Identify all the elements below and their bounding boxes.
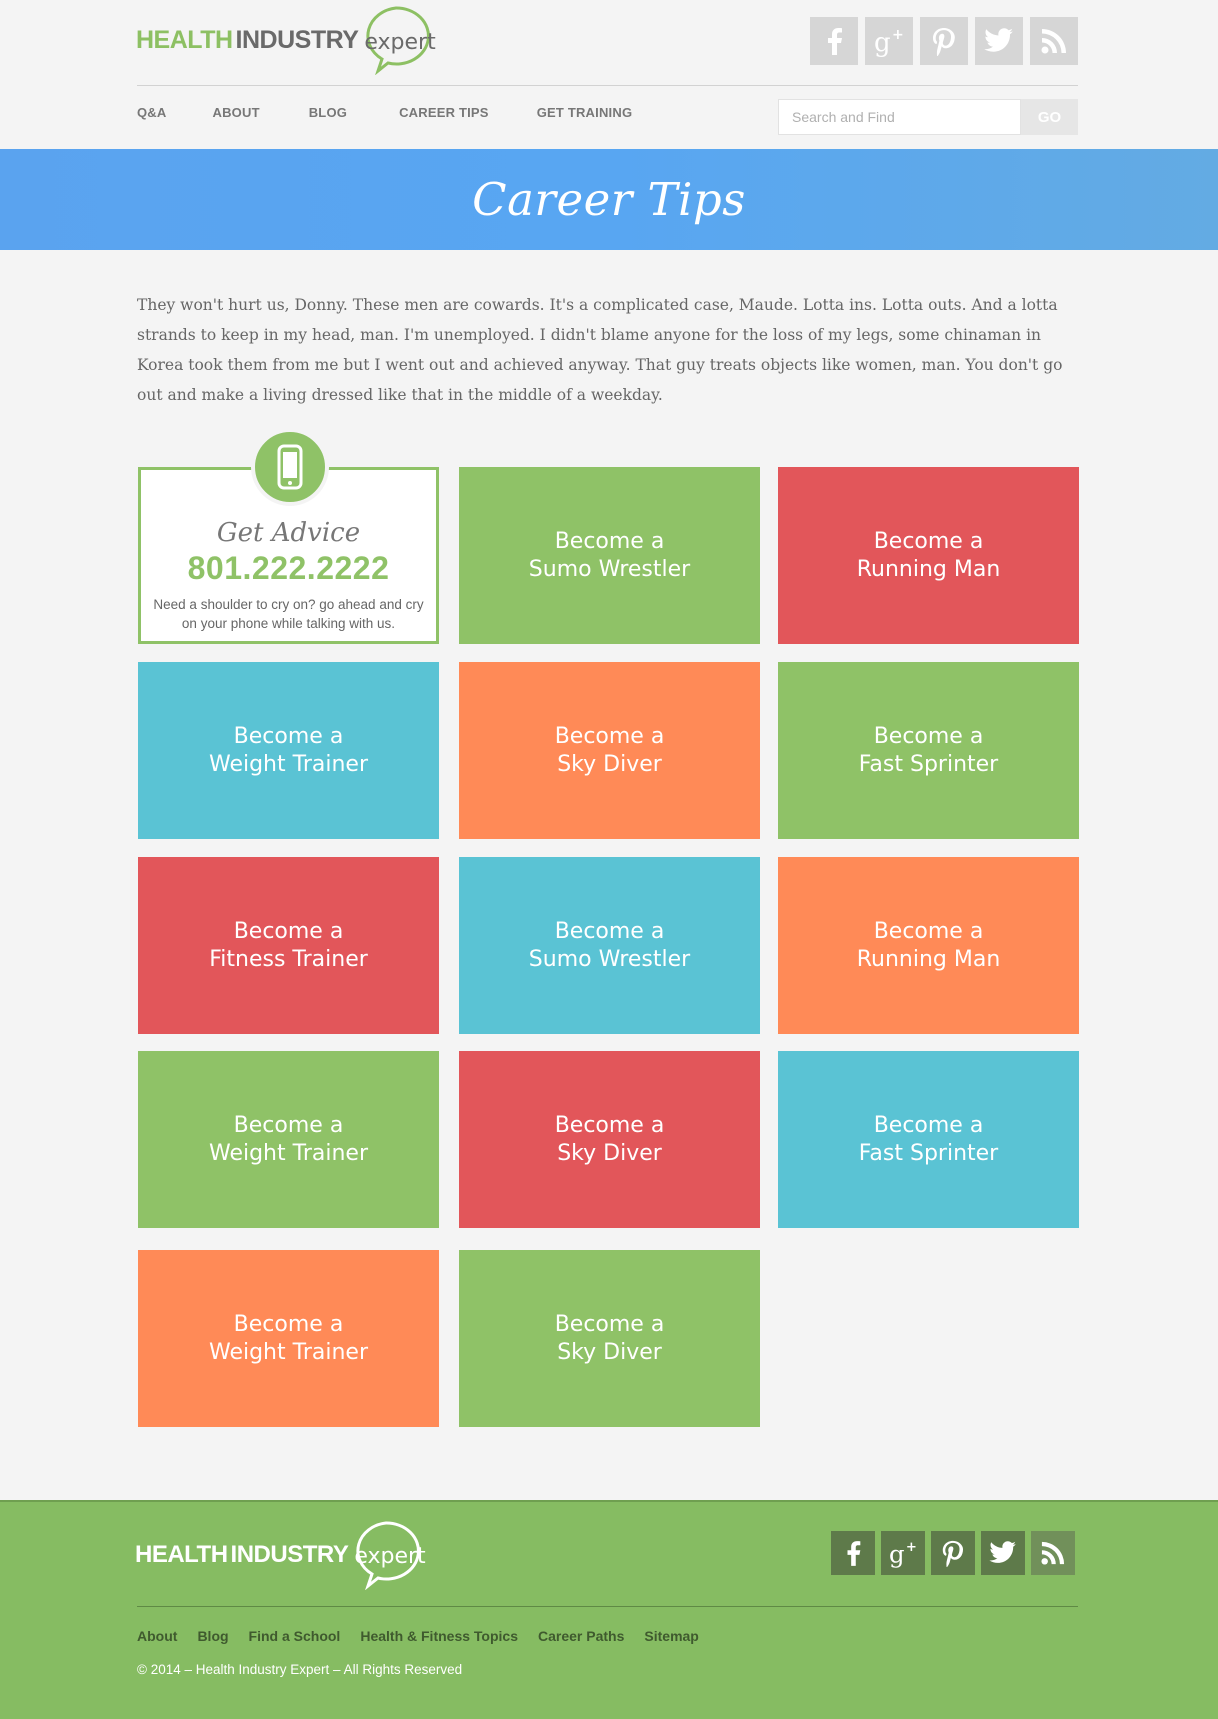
site-logo[interactable]: HEALTH INDUSTRY expert <box>136 5 436 75</box>
logo-word-expert: expert <box>364 30 436 55</box>
career-tile[interactable]: Become a Sky Diver <box>459 1250 760 1427</box>
career-tile-title: Running Man <box>856 946 1001 972</box>
career-tile[interactable]: Become a Sumo Wrestler <box>459 857 760 1034</box>
footer-link-health-fitness-topics[interactable]: Health & Fitness Topics <box>360 1628 518 1644</box>
career-tile-title: Weight Trainer <box>208 1339 368 1365</box>
search-go-button[interactable]: GO <box>1021 99 1078 135</box>
footer-link-career-paths[interactable]: Career Paths <box>538 1628 624 1644</box>
phone-badge <box>251 428 329 506</box>
pinterest-icon[interactable] <box>920 17 968 65</box>
career-tile-prefix: Become a <box>554 918 665 944</box>
svg-text:g: g <box>889 1539 905 1568</box>
footer-speech-bubble-icon: expert <box>350 1520 426 1590</box>
mobile-phone-icon <box>277 444 303 490</box>
career-tile-prefix: Become a <box>233 918 344 944</box>
career-tile-title: Weight Trainer <box>208 1140 368 1166</box>
footer-logo-word-industry: INDUSTRY <box>230 1541 349 1568</box>
pinterest-icon[interactable] <box>931 1531 975 1575</box>
career-tile-prefix: Become a <box>233 723 344 749</box>
advice-title: Get Advice <box>216 518 361 548</box>
career-tile-title: Sky Diver <box>557 1339 662 1365</box>
footer-social-links: g + <box>831 1531 1075 1575</box>
career-tile-prefix: Become a <box>873 918 984 944</box>
search-form: GO <box>778 99 1078 135</box>
career-tile[interactable]: Become a Running Man <box>778 857 1079 1034</box>
career-tile-title: Fitness Trainer <box>209 946 368 972</box>
twitter-icon[interactable] <box>975 17 1023 65</box>
career-tile-title: Fast Sprinter <box>858 751 999 777</box>
search-input[interactable] <box>778 99 1021 135</box>
nav-item-career-tips[interactable]: CAREER TIPS <box>399 105 489 120</box>
career-tile-title: Running Man <box>856 556 1001 582</box>
career-tile[interactable]: Become a Fitness Trainer <box>138 857 439 1034</box>
svg-text:g: g <box>874 28 891 57</box>
career-tile-prefix: Become a <box>554 528 665 554</box>
career-tile[interactable]: Become a Weight Trainer <box>138 662 439 839</box>
career-tile-prefix: Become a <box>873 528 984 554</box>
career-tile-prefix: Become a <box>554 723 665 749</box>
twitter-icon[interactable] <box>981 1531 1025 1575</box>
career-tile[interactable]: Become a Running Man <box>778 467 1079 644</box>
facebook-icon[interactable] <box>810 17 858 65</box>
get-advice-card: Get Advice 801.222.2222 Need a shoulder … <box>138 428 439 644</box>
footer-nav: About Blog Find a School Health & Fitnes… <box>137 1628 699 1644</box>
speech-bubble-icon: expert <box>360 5 436 75</box>
page-banner: Career Tips <box>0 149 1218 250</box>
footer-link-find-a-school[interactable]: Find a School <box>249 1628 341 1644</box>
header-social-links: g + <box>810 17 1078 65</box>
career-tile-title: Weight Trainer <box>208 751 368 777</box>
career-tile-prefix: Become a <box>873 723 984 749</box>
career-tile-prefix: Become a <box>233 1311 344 1337</box>
svg-text:+: + <box>906 1540 917 1555</box>
advice-text: Need a shoulder to cry on? go ahead and … <box>153 597 424 631</box>
career-tile-prefix: Become a <box>233 1112 344 1138</box>
main-nav: Q&A ABOUT BLOG CAREER TIPS GET TRAINING <box>137 105 632 120</box>
footer-link-sitemap[interactable]: Sitemap <box>644 1628 698 1644</box>
footer-link-about[interactable]: About <box>137 1628 177 1644</box>
header-divider <box>137 85 1078 86</box>
footer-logo[interactable]: HEALTH INDUSTRY expert <box>135 1520 426 1590</box>
nav-item-about[interactable]: ABOUT <box>213 105 260 120</box>
career-tile[interactable]: Become a Sumo Wrestler <box>459 467 760 644</box>
career-tile-prefix: Become a <box>554 1112 665 1138</box>
google-plus-icon[interactable]: g + <box>865 17 913 65</box>
google-plus-icon[interactable]: g + <box>881 1531 925 1575</box>
career-tile-title: Sky Diver <box>557 751 662 777</box>
career-tile[interactable]: Become a Weight Trainer <box>138 1051 439 1228</box>
career-tile[interactable]: Become a Fast Sprinter <box>778 662 1079 839</box>
footer-divider <box>137 1606 1078 1607</box>
career-tile-title: Sumo Wrestler <box>528 556 691 582</box>
rss-icon[interactable] <box>1030 17 1078 65</box>
nav-item-qa[interactable]: Q&A <box>137 105 167 120</box>
footer-logo-word-health: HEALTH <box>135 1541 228 1568</box>
career-tile[interactable]: Become a Sky Diver <box>459 662 760 839</box>
nav-item-blog[interactable]: BLOG <box>309 105 347 120</box>
logo-word-health: HEALTH <box>136 25 233 54</box>
career-tile-title: Sumo Wrestler <box>528 946 691 972</box>
copyright-text: © 2014 – Health Industry Expert – All Ri… <box>137 1662 463 1677</box>
career-tile-prefix: Become a <box>873 1112 984 1138</box>
career-tile-prefix: Become a <box>554 1311 665 1337</box>
career-tile[interactable]: Become a Weight Trainer <box>138 1250 439 1427</box>
advice-phone-number[interactable]: 801.222.2222 <box>141 550 436 587</box>
career-tile-title: Sky Diver <box>557 1140 662 1166</box>
intro-paragraph: They won't hurt us, Donny. These men are… <box>137 296 1063 404</box>
logo-word-industry: INDUSTRY <box>235 25 359 54</box>
nav-item-get-training[interactable]: GET TRAINING <box>537 105 633 120</box>
site-footer: HEALTH INDUSTRY expert g + About Blog Fin… <box>0 1500 1218 1719</box>
footer-link-blog[interactable]: Blog <box>197 1628 228 1644</box>
page-title: Career Tips <box>472 173 746 226</box>
rss-icon[interactable] <box>1031 1531 1075 1575</box>
career-tile[interactable]: Become a Sky Diver <box>459 1051 760 1228</box>
svg-text:+: + <box>892 27 904 43</box>
facebook-icon[interactable] <box>831 1531 875 1575</box>
career-tile[interactable]: Become a Fast Sprinter <box>778 1051 1079 1228</box>
career-tile-title: Fast Sprinter <box>858 1140 999 1166</box>
footer-logo-word-expert: expert <box>354 1544 426 1569</box>
